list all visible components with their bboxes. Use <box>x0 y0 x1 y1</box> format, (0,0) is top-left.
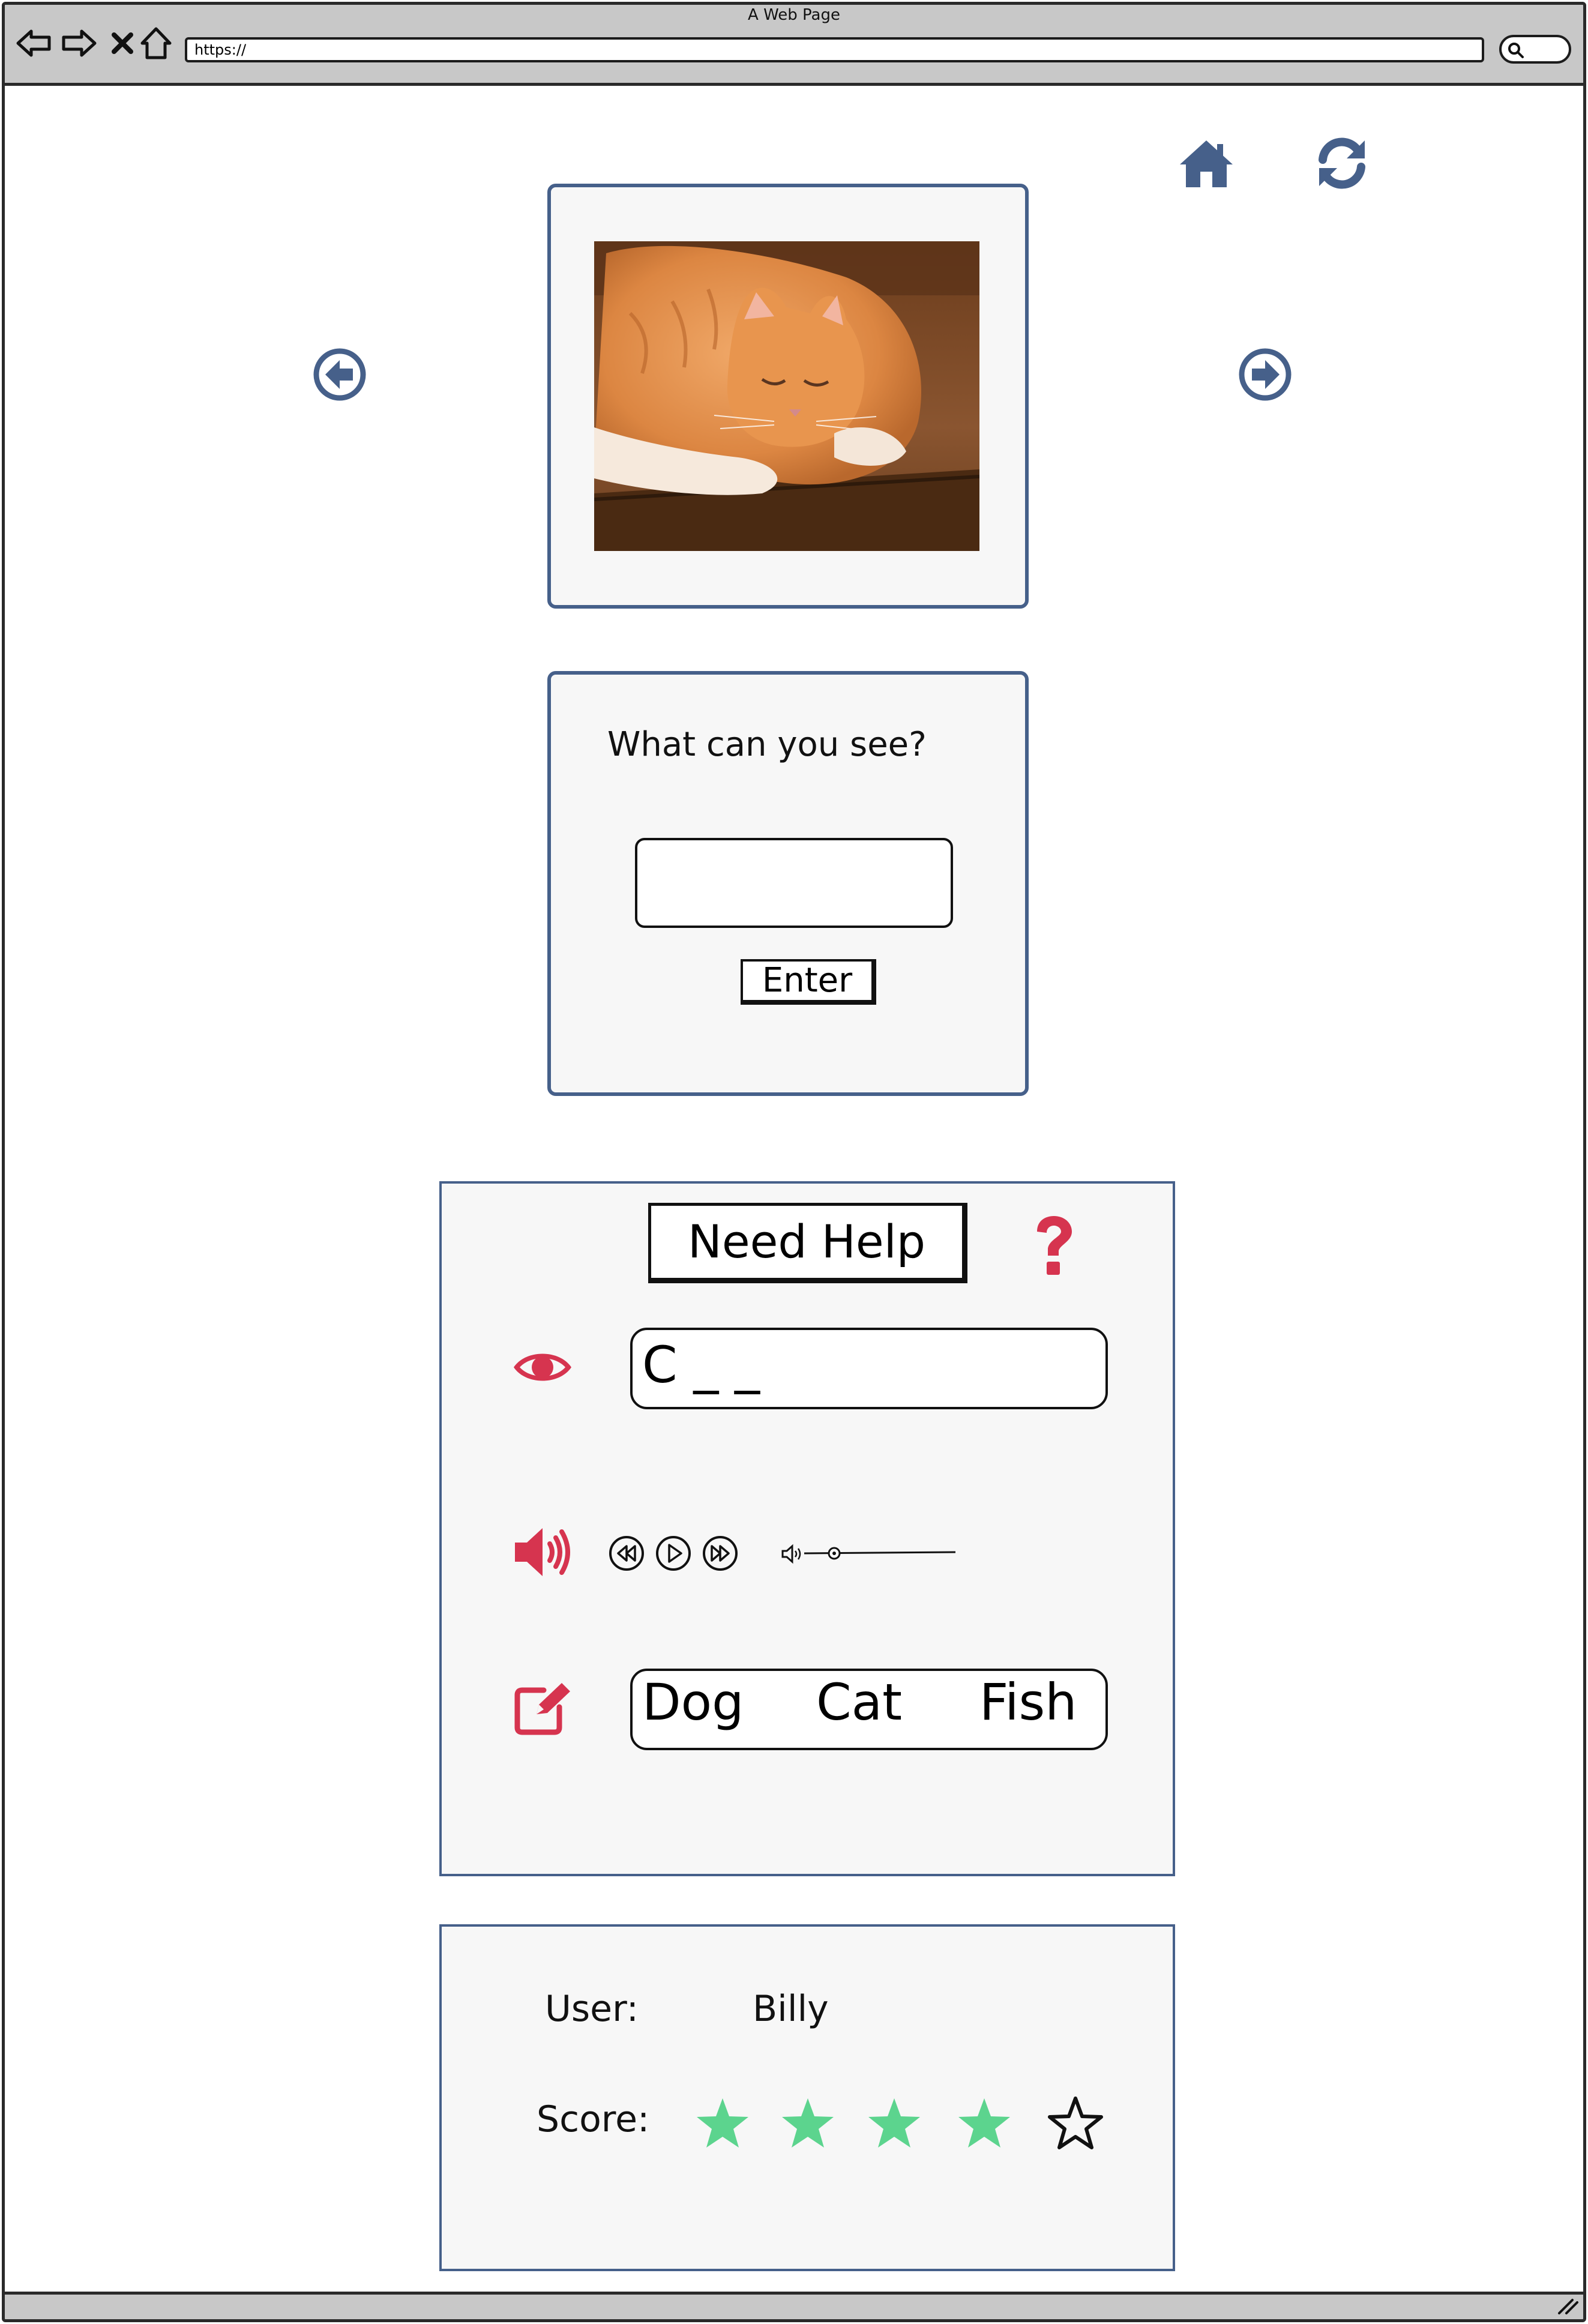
question-prompt: What can you see? <box>607 725 927 764</box>
refresh-button[interactable] <box>1313 134 1371 192</box>
star-filled-icon <box>865 2095 923 2152</box>
play-button[interactable] <box>654 1534 693 1573</box>
star-filled-icon <box>694 2095 751 2152</box>
eye-icon[interactable] <box>511 1342 574 1392</box>
next-button[interactable] <box>1238 347 1293 402</box>
enter-button[interactable]: Enter <box>741 959 876 1005</box>
volume-slider[interactable] <box>803 1543 959 1564</box>
fast-forward-button[interactable] <box>701 1534 739 1573</box>
star-empty-icon <box>1047 2095 1104 2152</box>
home-button[interactable] <box>1177 137 1235 190</box>
star-filled-icon <box>779 2095 837 2152</box>
volume-icon <box>781 1544 803 1564</box>
choice-dog[interactable]: Dog <box>642 1667 744 1737</box>
speaker-icon[interactable] <box>513 1525 573 1580</box>
star-filled-icon <box>955 2095 1013 2152</box>
cat-photo <box>594 241 979 551</box>
rewind-icon <box>609 1536 644 1571</box>
circle-arrow-right-icon <box>1239 348 1292 401</box>
answer-input[interactable] <box>635 838 953 928</box>
user-name: Billy <box>753 1988 829 2030</box>
need-help-button[interactable]: Need Help <box>648 1203 967 1283</box>
previous-button[interactable] <box>312 347 367 402</box>
play-icon <box>656 1536 691 1571</box>
fast-forward-icon <box>703 1536 738 1571</box>
question-mark-icon[interactable] <box>1030 1214 1078 1277</box>
rewind-button[interactable] <box>607 1534 646 1573</box>
circle-arrow-left-icon <box>313 348 366 401</box>
edit-icon[interactable] <box>513 1679 575 1737</box>
user-label: User: <box>545 1988 639 2030</box>
score-label: Score: <box>537 2098 650 2140</box>
choice-cat[interactable]: Cat <box>816 1667 902 1737</box>
home-icon <box>1180 140 1233 187</box>
choice-fish[interactable]: Fish <box>979 1667 1077 1737</box>
refresh-icon <box>1319 137 1365 189</box>
letter-hint: C _ _ <box>630 1328 1108 1409</box>
